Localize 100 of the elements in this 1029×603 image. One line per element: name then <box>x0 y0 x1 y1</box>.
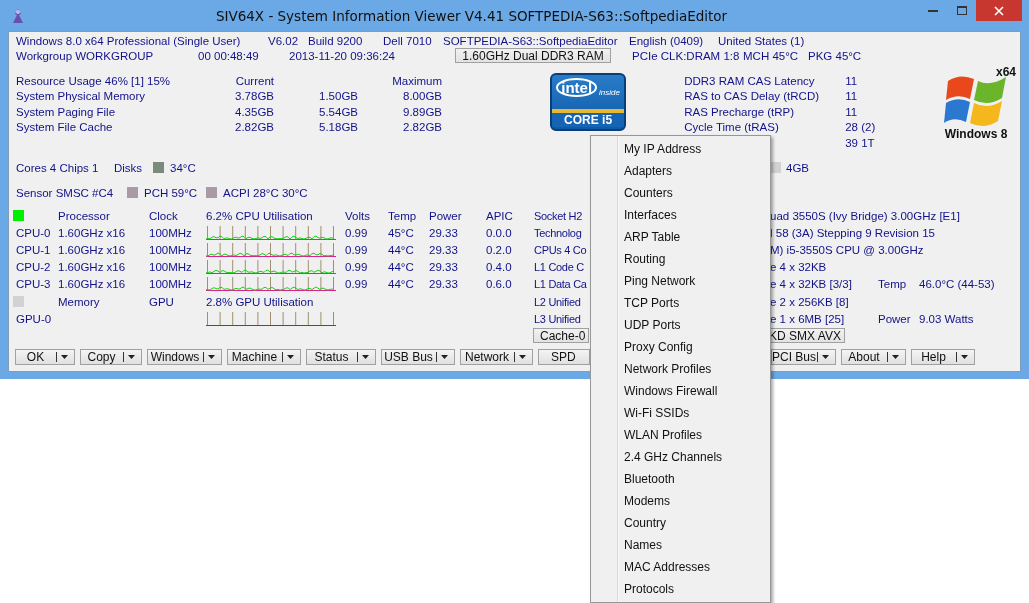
menu-item[interactable]: WLAN Profiles <box>591 424 770 446</box>
windows-name-text: Windows 8 <box>944 127 1008 141</box>
cpu-detail-value: l 58 (3A) Stepping 9 Revision 15 <box>770 226 935 239</box>
cpu-name: CPU-3 <box>16 278 51 291</box>
caret-icon <box>122 351 137 363</box>
cpu-detail-value: e 4 x 32KB [3/3] <box>770 278 852 291</box>
menu-item[interactable]: MAC Addresses <box>591 556 770 578</box>
timing-label: Cycle Time (tRAS) <box>684 121 779 134</box>
resource-label: System File Cache <box>16 121 113 134</box>
menu-button[interactable]: SPD <box>538 349 590 365</box>
resource-value: 2.82GB <box>235 121 274 134</box>
menu-button[interactable]: USB Bus <box>381 349 455 365</box>
cpu-value: 45°C <box>388 226 414 239</box>
gpu-name: GPU-0 <box>16 312 52 325</box>
menu-button[interactable]: Copy <box>80 349 142 365</box>
system-info-text: PKG 45°C <box>808 49 862 62</box>
maximize-icon <box>956 6 967 15</box>
minimize-icon <box>927 9 938 12</box>
menu-item[interactable]: Windows Firewall <box>591 380 770 402</box>
menu-button[interactable]: OK <box>15 349 75 365</box>
menu-button[interactable]: Status <box>306 349 376 365</box>
cpu-name: CPU-0 <box>16 226 51 239</box>
resource-usage-text: Resource Usage 46% [1] 15% <box>16 74 171 87</box>
menu-item[interactable]: Counters <box>591 182 770 204</box>
caret-icon <box>955 351 970 363</box>
menu-item[interactable]: Modems <box>591 490 770 512</box>
menu-button[interactable]: About <box>841 349 906 365</box>
intel-tag-text: inside <box>599 88 620 97</box>
column-header: APIC <box>486 209 513 222</box>
timing-value: 11 <box>845 90 858 103</box>
column-header: Temp <box>388 209 417 222</box>
intel-model-text: CORE i5 <box>552 109 625 127</box>
cpu-value: 1.60GHz x16 <box>58 243 126 256</box>
column-header: Clock <box>149 209 178 222</box>
memory-button[interactable]: 1.60GHz Dual DDR3 RAM <box>455 48 611 63</box>
caret-icon <box>435 351 450 363</box>
caret-icon <box>55 351 70 363</box>
sensor-name: Sensor SMSC #C4 <box>16 186 114 199</box>
timing-label: RAS to CAS Delay (tRCD) <box>684 90 820 103</box>
cpu-value: 1.60GHz x16 <box>58 278 126 291</box>
menu-item[interactable]: My IP Address <box>591 138 770 160</box>
menu-item[interactable]: Network Profiles <box>591 358 770 380</box>
menu-item[interactable]: Bluetooth <box>591 468 770 490</box>
caret-icon <box>202 351 217 363</box>
system-info-text: Windows 8.0 x64 Professional (Single User) <box>16 34 241 47</box>
column-header: Power <box>429 209 462 222</box>
resource-value: 3.78GB <box>235 90 274 103</box>
menu-item[interactable]: Names <box>591 534 770 556</box>
disks-label: Disks <box>114 161 143 174</box>
cpu-value: 29.33 <box>429 243 458 256</box>
menu-item[interactable]: Protocols <box>591 578 770 600</box>
menu-item[interactable]: TCP Ports <box>591 292 770 314</box>
cpu-detail-label: Technolog <box>534 226 582 239</box>
system-info-text: V6.02 <box>268 34 299 47</box>
close-icon <box>994 5 1004 16</box>
sensor-temperature: ACPI 28°C 30°C <box>223 186 308 199</box>
resource-value: 4.35GB <box>235 105 274 118</box>
cpu-value: 0.2.0 <box>486 243 512 256</box>
cpu-value: 0.99 <box>345 261 368 274</box>
cpu-value: 29.33 <box>429 226 458 239</box>
window-title: SIV64X - System Information Viewer V4.41 SOFTPEDIA-S63::SoftpediaEditor <box>214 7 729 24</box>
column-header: 6.2% CPU Utilisation <box>206 209 313 222</box>
cpu-value: 0.6.0 <box>486 278 512 291</box>
column-header: 2.8% GPU Utilisation <box>206 295 314 308</box>
cpu-value: 0.99 <box>345 243 368 256</box>
cpu-value: 44°C <box>388 278 414 291</box>
column-header: Current <box>235 74 274 87</box>
system-info-text: Workgroup WORKGROUP <box>16 49 154 62</box>
resource-label: System Paging File <box>16 105 116 118</box>
resource-value: 5.54GB <box>319 105 358 118</box>
timing-value: 11 <box>845 74 858 87</box>
cpu-value: 0.99 <box>345 226 368 239</box>
menu-button[interactable]: Windows <box>147 349 222 365</box>
cpu-value: 44°C <box>388 243 414 256</box>
cpu-detail-value: 46.0°C (44-53) <box>919 278 995 291</box>
timing-value: 39 1T <box>845 136 875 149</box>
menu-item[interactable]: Interfaces <box>591 204 770 226</box>
system-info-text: 2013-11-20 09:36:24 <box>289 49 395 62</box>
menu-button[interactable]: Network <box>460 349 533 365</box>
menu-button[interactable]: Help <box>911 349 975 365</box>
cpu-value: 44°C <box>388 261 414 274</box>
close-button[interactable] <box>976 0 1022 21</box>
menu-item[interactable]: Ping Network <box>591 270 770 292</box>
timing-label: DDR3 RAM CAS Latency <box>684 74 815 87</box>
caret-icon <box>816 351 831 363</box>
system-info-text: MCH 45°C <box>743 49 799 62</box>
resource-value: 5.18GB <box>319 121 358 134</box>
menu-item[interactable]: Adapters <box>591 160 770 182</box>
menu-item[interactable]: 2.4 GHz Channels <box>591 446 770 468</box>
column-header: Maximum <box>392 74 442 87</box>
menu-item[interactable]: Routing <box>591 248 770 270</box>
menu-button[interactable]: PCI Bus <box>771 349 836 365</box>
menu-button[interactable]: Machine <box>227 349 301 365</box>
system-info-text: Dell 7010 <box>383 34 432 47</box>
menu-item[interactable]: ARP Table <box>591 226 770 248</box>
cpu-detail-label: Power <box>878 312 911 325</box>
cpu-detail-label: L1 Code C <box>534 261 584 274</box>
menu-item[interactable]: Wi-Fi SSIDs <box>591 402 770 424</box>
cache-button[interactable]: Cache-0 <box>533 328 589 343</box>
menu-item[interactable]: Country <box>591 512 770 534</box>
